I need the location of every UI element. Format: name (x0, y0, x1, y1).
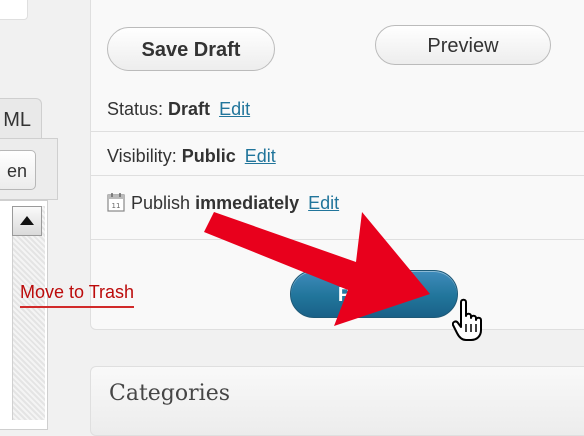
calendar-icon: 11 (107, 193, 125, 212)
tab-html[interactable]: ML (0, 98, 42, 138)
publish-button[interactable]: Publish (290, 270, 458, 318)
status-row: Status: Draft Edit (107, 99, 250, 120)
save-draft-button[interactable]: Save Draft (107, 27, 275, 71)
categories-box[interactable]: Categories (90, 366, 584, 436)
visibility-row: Visibility: Public Edit (107, 146, 276, 167)
fullscreen-button[interactable]: en (0, 150, 36, 190)
tab-html-label: ML (3, 109, 31, 131)
preview-button[interactable]: Preview (375, 25, 551, 65)
status-label: Status: (107, 99, 164, 119)
divider (91, 175, 584, 176)
hand-pointer-cursor-icon (452, 298, 482, 341)
publish-time-value: immediately (195, 193, 300, 213)
publish-time-row: 11 Publish immediately Edit (107, 192, 339, 214)
publish-time-label: Publish (131, 193, 191, 213)
left-top-field[interactable] (0, 0, 28, 20)
status-value: Draft (168, 99, 211, 119)
svg-text:11: 11 (112, 202, 121, 210)
visibility-edit-link[interactable]: Edit (245, 146, 276, 166)
status-edit-link[interactable]: Edit (219, 99, 250, 119)
publish-time-edit-link[interactable]: Edit (308, 193, 339, 213)
visibility-label: Visibility: (107, 146, 177, 166)
editor-scrollbar[interactable] (12, 206, 45, 420)
divider (91, 131, 584, 132)
visibility-value: Public (181, 146, 236, 166)
move-to-trash-link[interactable]: Move to Trash (20, 282, 135, 308)
categories-title: Categories (109, 381, 230, 406)
scroll-up-arrow-icon[interactable] (12, 206, 42, 236)
